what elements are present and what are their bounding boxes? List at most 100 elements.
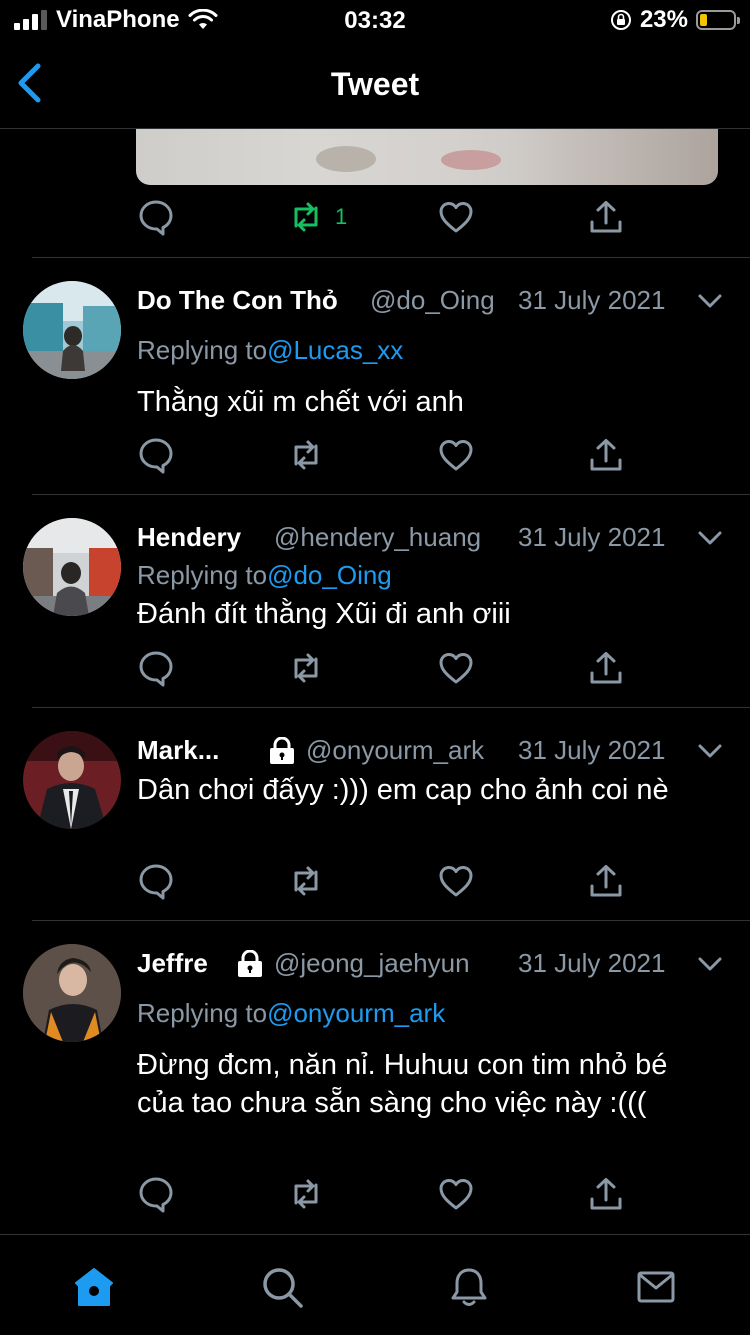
tweet-date: 31 July 2021 (518, 735, 666, 765)
battery-icon (696, 10, 740, 30)
avatar[interactable] (23, 518, 121, 616)
retweet-icon (294, 440, 318, 470)
retweet-button[interactable]: 1 (287, 198, 347, 236)
replying-label: Replying to (137, 998, 268, 1028)
notifications-icon (451, 1268, 487, 1306)
divider (32, 920, 750, 921)
tweet-actions (137, 862, 637, 902)
replying-label: Replying to (137, 560, 268, 590)
reply-button[interactable] (137, 436, 175, 474)
tweet-header: Jeffre @jeong_jaehyun 31 July 2021 (137, 948, 722, 982)
avatar[interactable] (23, 281, 121, 379)
share-icon (590, 865, 622, 897)
share-icon (590, 652, 622, 684)
like-button[interactable] (437, 649, 475, 687)
chevron-down-icon[interactable] (696, 741, 724, 761)
tab-search[interactable] (260, 1265, 304, 1309)
tweet-actions (137, 649, 637, 689)
retweet-icon (294, 653, 318, 683)
chevron-down-icon[interactable] (696, 954, 724, 974)
battery-percent: 23% (639, 6, 688, 33)
chevron-down-icon[interactable] (696, 291, 724, 311)
lock-icon (238, 950, 262, 977)
share-icon (590, 201, 622, 233)
reply-button[interactable] (137, 649, 175, 687)
display-name[interactable]: Hendery (137, 522, 241, 553)
retweet-icon (294, 1179, 318, 1209)
divider (32, 494, 750, 495)
speech-bubble-icon (139, 438, 173, 474)
status-bar: VinaPhone 03:32 23% (0, 0, 750, 42)
user-handle[interactable]: @hendery_huang (274, 522, 481, 553)
tweet-text: Đánh đít thằng Xũi đi anh ơiii (137, 598, 511, 630)
heart-icon (439, 202, 473, 233)
tweet-date: 31 July 2021 (518, 522, 666, 552)
tweet-header: Hendery @hendery_huang 31 July 2021 (137, 522, 722, 556)
share-icon (590, 439, 622, 471)
status-right: 23% (610, 6, 740, 34)
replying-to: Replying to@Lucas_xx (137, 335, 403, 366)
search-icon (263, 1268, 303, 1308)
retweet-button[interactable] (287, 1175, 325, 1213)
retweet-icon (294, 866, 318, 896)
heart-icon (439, 1179, 473, 1210)
tab-messages[interactable] (634, 1265, 678, 1309)
reply-button[interactable] (137, 1175, 175, 1213)
user-handle[interactable]: @onyourm_ark (306, 735, 484, 766)
retweet-count: 1 (335, 204, 348, 229)
like-button[interactable] (437, 198, 475, 236)
replying-to: Replying to@do_Oing (137, 560, 392, 591)
reply-button[interactable] (137, 198, 175, 236)
avatar[interactable] (23, 731, 121, 829)
tweet-actions (137, 436, 637, 476)
mention-link[interactable]: @onyourm_ark (267, 998, 445, 1028)
tweet-text: Đừng đcm, năn nỉ. Huhuu con tim nhỏ bé c… (137, 1049, 668, 1119)
tweet-actions: 1 (137, 198, 637, 238)
avatar[interactable] (23, 944, 121, 1042)
display-name[interactable]: Mark... (137, 735, 219, 766)
heart-icon (439, 440, 473, 471)
divider (32, 257, 750, 258)
mention-link[interactable]: @do_Oing (267, 560, 392, 590)
retweet-button[interactable] (287, 649, 325, 687)
heart-icon (439, 866, 473, 897)
retweet-button[interactable] (287, 862, 325, 900)
like-button[interactable] (437, 862, 475, 900)
speech-bubble-icon (139, 651, 173, 687)
navigation-bar: Tweet (0, 42, 750, 129)
home-icon (75, 1268, 113, 1306)
tweet-date: 31 July 2021 (518, 285, 666, 315)
user-handle[interactable]: @do_Oing (370, 285, 495, 316)
share-button[interactable] (587, 1175, 625, 1213)
tweet-date: 31 July 2021 (518, 948, 666, 978)
tab-notifications[interactable] (447, 1265, 491, 1309)
share-button[interactable] (587, 198, 625, 236)
retweet-button[interactable] (287, 436, 325, 474)
share-icon (590, 1178, 622, 1210)
orientation-lock-icon (610, 10, 631, 30)
page-title: Tweet (330, 66, 420, 102)
tab-home[interactable] (72, 1265, 116, 1309)
tweet-actions (137, 1175, 637, 1215)
share-button[interactable] (587, 436, 625, 474)
tweet-text: Dân chơi đấyy :))) em cap cho ảnh coi nè (137, 774, 669, 806)
lock-icon (270, 737, 294, 764)
tweet-media-image[interactable] (136, 128, 718, 185)
speech-bubble-icon (139, 864, 173, 900)
display-name[interactable]: Do The Con Thỏ (137, 285, 338, 316)
reply-button[interactable] (137, 862, 175, 900)
share-button[interactable] (587, 862, 625, 900)
chevron-down-icon[interactable] (696, 528, 724, 548)
battery-level (700, 14, 707, 26)
tab-bar (0, 1234, 750, 1335)
heart-icon (439, 653, 473, 684)
speech-bubble-icon (139, 1177, 173, 1213)
user-handle[interactable]: @jeong_jaehyun (274, 948, 470, 979)
like-button[interactable] (437, 1175, 475, 1213)
display-name[interactable]: Jeffre (137, 948, 208, 979)
mention-link[interactable]: @Lucas_xx (267, 335, 403, 365)
retweet-icon (294, 202, 318, 232)
speech-bubble-icon (139, 200, 173, 236)
share-button[interactable] (587, 649, 625, 687)
like-button[interactable] (437, 436, 475, 474)
